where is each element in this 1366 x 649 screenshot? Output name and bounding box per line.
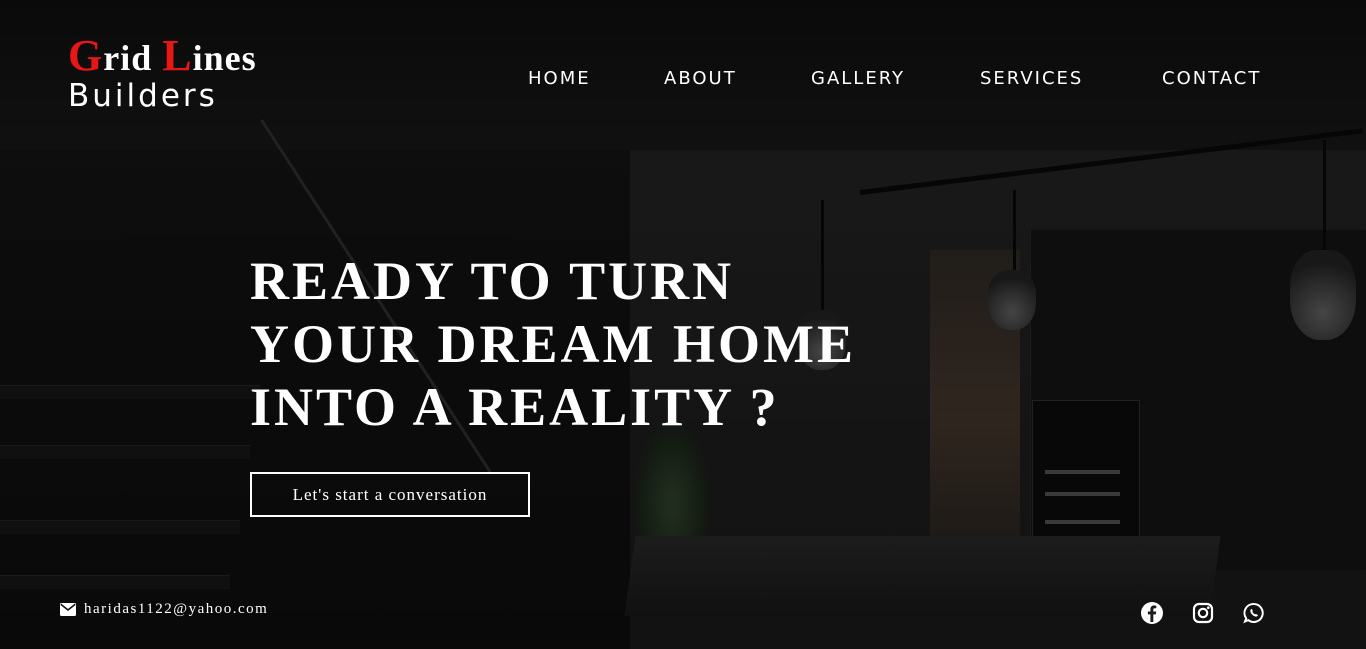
hero-heading: READY TO TURN YOUR DREAM HOME INTO A REA… <box>250 250 856 439</box>
start-conversation-button[interactable]: Let's start a conversation <box>250 472 530 517</box>
nav-item-about[interactable]: ABOUT <box>664 68 737 89</box>
nav-item-services[interactable]: SERVICES <box>980 68 1083 89</box>
hero-line-1: READY TO TURN <box>250 251 735 311</box>
email-address: haridas1122@yahoo.com <box>84 601 269 617</box>
nav-item-home[interactable]: HOME <box>528 68 591 89</box>
facebook-icon[interactable] <box>1140 601 1164 625</box>
social-links <box>1140 601 1266 625</box>
whatsapp-icon[interactable] <box>1242 601 1266 625</box>
instagram-icon[interactable] <box>1191 601 1215 625</box>
hero-line-3: INTO A REALITY ? <box>250 377 780 437</box>
nav-item-gallery[interactable]: GALLERY <box>811 68 905 89</box>
hero-line-2: YOUR DREAM HOME <box>250 314 856 374</box>
envelope-icon <box>60 603 76 616</box>
main-nav: HOME ABOUT GALLERY SERVICES CONTACT <box>0 68 1366 92</box>
nav-item-contact[interactable]: CONTACT <box>1162 68 1261 89</box>
contact-email[interactable]: haridas1122@yahoo.com <box>60 601 268 618</box>
